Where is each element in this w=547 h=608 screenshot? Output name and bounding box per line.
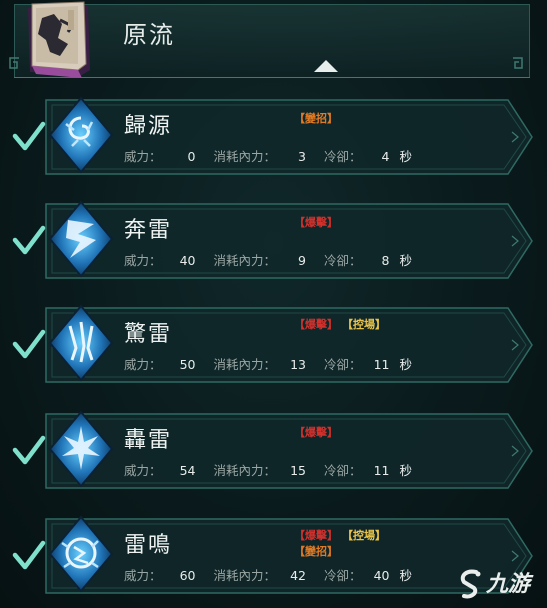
skill-stats: 威力： 50 消耗內力： 13 冷卻： 11 秒: [124, 354, 412, 373]
checkmark-icon[interactable]: [12, 539, 46, 573]
seconds-unit: 秒: [399, 357, 412, 372]
skill-row[interactable]: 奔雷 威力： 40 消耗內力： 9 冷卻： 8 秒 【爆擊】: [12, 200, 536, 280]
skill-tag: 【爆擊】: [294, 216, 338, 229]
cooldown-value: 4: [381, 149, 390, 164]
cooldown-label: 冷卻：: [323, 253, 362, 268]
swirl-vortex-icon: [48, 96, 114, 174]
checkmark-icon[interactable]: [12, 224, 46, 258]
skill-tag: 【控場】: [342, 318, 386, 331]
corner-ornament-icon: [9, 57, 19, 69]
skill-row[interactable]: 歸源 威力： 0 消耗內力： 3 冷卻： 4 秒 【變招】: [12, 96, 536, 176]
skill-name: 雷鳴: [124, 533, 173, 558]
internal-cost-value: 13: [290, 357, 306, 372]
skill-stats: 威力： 0 消耗內力： 3 冷卻： 4 秒: [124, 146, 412, 165]
seconds-unit: 秒: [399, 149, 412, 164]
cooldown-label: 冷卻：: [323, 357, 362, 372]
internal-cost-value: 15: [290, 463, 306, 478]
internal-cost-label: 消耗內力：: [213, 568, 276, 583]
internal-cost-label: 消耗內力：: [213, 253, 276, 268]
skill-name: 驚雷: [124, 322, 173, 347]
internal-cost-label: 消耗內力：: [213, 463, 276, 478]
internal-cost-value: 42: [290, 568, 306, 583]
internal-cost-label: 消耗內力：: [213, 357, 276, 372]
skill-stats: 威力： 60 消耗內力： 42 冷卻： 40 秒: [124, 565, 412, 584]
power-label: 威力：: [124, 149, 162, 164]
cooldown-label: 冷卻：: [323, 568, 362, 583]
skill-tree-title: 原流: [123, 21, 175, 49]
skill-name: 歸源: [124, 114, 173, 139]
skill-row[interactable]: 轟雷 威力： 54 消耗內力： 15 冷卻： 11 秒 【爆擊】: [12, 410, 536, 490]
skill-tag: 【變招】: [294, 545, 338, 558]
jiuyou-logo-icon: [460, 569, 481, 599]
triangle-up-icon[interactable]: [313, 59, 339, 73]
cooldown-label: 冷卻：: [323, 463, 362, 478]
power-value: 40: [179, 253, 196, 268]
power-label: 威力：: [124, 463, 162, 478]
skill-stats: 威力： 40 消耗內力： 9 冷卻： 8 秒: [124, 250, 412, 269]
martial-arts-manual-icon: [28, 1, 90, 78]
checkmark-icon[interactable]: [12, 434, 46, 468]
lightning-claw-icon: [48, 304, 114, 382]
skill-tag: 【爆擊】: [294, 426, 338, 439]
seconds-unit: 秒: [399, 568, 412, 583]
skill-tag: 【爆擊】: [294, 318, 338, 331]
corner-ornament-icon: [513, 57, 523, 69]
skill-tag: 【控場】: [342, 529, 386, 542]
checkmark-icon[interactable]: [12, 328, 46, 362]
power-label: 威力：: [124, 568, 162, 583]
power-value: 54: [179, 463, 196, 478]
seconds-unit: 秒: [399, 253, 412, 268]
watermark-text: 九游: [486, 572, 531, 597]
skill-name: 奔雷: [124, 218, 173, 243]
power-value: 60: [179, 568, 196, 583]
power-value: 0: [187, 149, 196, 164]
skill-name: 轟雷: [124, 428, 173, 453]
internal-cost-value: 9: [298, 253, 306, 268]
skill-row[interactable]: 驚雷 威力： 50 消耗內力： 13 冷卻： 11 秒 【爆擊】 【控場】: [12, 304, 536, 384]
internal-cost-value: 3: [298, 149, 306, 164]
cooldown-value: 11: [373, 357, 390, 372]
lightning-burst-icon: [48, 410, 114, 488]
lightning-strike-icon: [48, 200, 114, 278]
internal-cost-label: 消耗內力：: [213, 149, 276, 164]
skill-tag: 【爆擊】: [294, 529, 338, 542]
power-label: 威力：: [124, 357, 162, 372]
power-value: 50: [179, 357, 196, 372]
power-label: 威力：: [124, 253, 162, 268]
thunder-orb-icon: [48, 515, 114, 593]
checkmark-icon[interactable]: [12, 120, 46, 154]
skill-stats: 威力： 54 消耗內力： 15 冷卻： 11 秒: [124, 460, 412, 479]
cooldown-value: 11: [373, 463, 390, 478]
cooldown-label: 冷卻：: [323, 149, 362, 164]
skill-tag: 【變招】: [294, 112, 338, 125]
cooldown-value: 40: [373, 568, 390, 583]
jiuyou-watermark: 九游: [456, 562, 546, 604]
cooldown-value: 8: [381, 253, 390, 268]
seconds-unit: 秒: [399, 463, 412, 478]
